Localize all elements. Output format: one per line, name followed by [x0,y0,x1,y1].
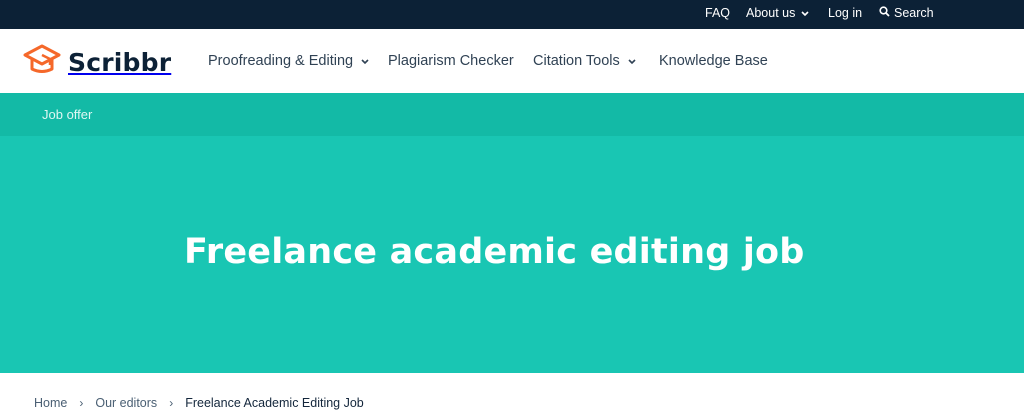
hero-banner: Freelance academic editing job [0,136,1024,373]
about-us-label: About us [746,6,796,20]
chevron-down-icon [361,53,369,69]
chevron-down-icon [628,53,636,69]
scribbr-logo[interactable]: Scribbr [22,43,171,82]
brand-name: Scribbr [68,48,172,77]
faq-link[interactable]: FAQ [705,6,730,20]
nav-knowledge-base[interactable]: Knowledge Base [659,53,768,69]
search-icon [879,6,890,20]
nav-plagiarism-checker[interactable]: Plagiarism Checker [388,53,514,69]
scribbr-logo-icon [22,43,62,82]
breadcrumb-our-editors[interactable]: Our editors [95,396,157,410]
nav-citation-tools[interactable]: Citation Tools [533,53,636,69]
breadcrumb-separator: › [169,396,174,410]
nav-plagiarism-label: Plagiarism Checker [388,53,514,69]
main-navigation: Scribbr Proofreading & Editing Plagiaris… [0,29,1024,93]
faq-label: FAQ [705,6,731,20]
search-button[interactable]: Search [879,6,934,20]
login-link[interactable]: Log in [828,6,862,20]
nav-citation-label: Citation Tools [533,53,620,69]
nav-proofreading-label: Proofreading & Editing [208,53,354,69]
breadcrumb-current: Freelance Academic Editing Job [185,396,364,410]
breadcrumb: Home › Our editors › Freelance Academic … [34,396,364,410]
about-us-menu[interactable]: About us [746,6,809,20]
page-title: Freelance academic editing job [184,232,805,272]
section-bar: Job offer [0,93,1024,136]
chevron-down-icon [801,6,809,20]
login-label: Log in [828,6,863,20]
breadcrumb-home[interactable]: Home [34,396,67,410]
top-utility-bar: FAQ About us Log in Search [0,0,1024,29]
section-label: Job offer [42,107,93,122]
breadcrumb-separator: › [79,396,84,410]
search-label: Search [894,6,934,20]
nav-proofreading-editing[interactable]: Proofreading & Editing [208,53,369,69]
nav-knowledge-label: Knowledge Base [659,53,768,69]
